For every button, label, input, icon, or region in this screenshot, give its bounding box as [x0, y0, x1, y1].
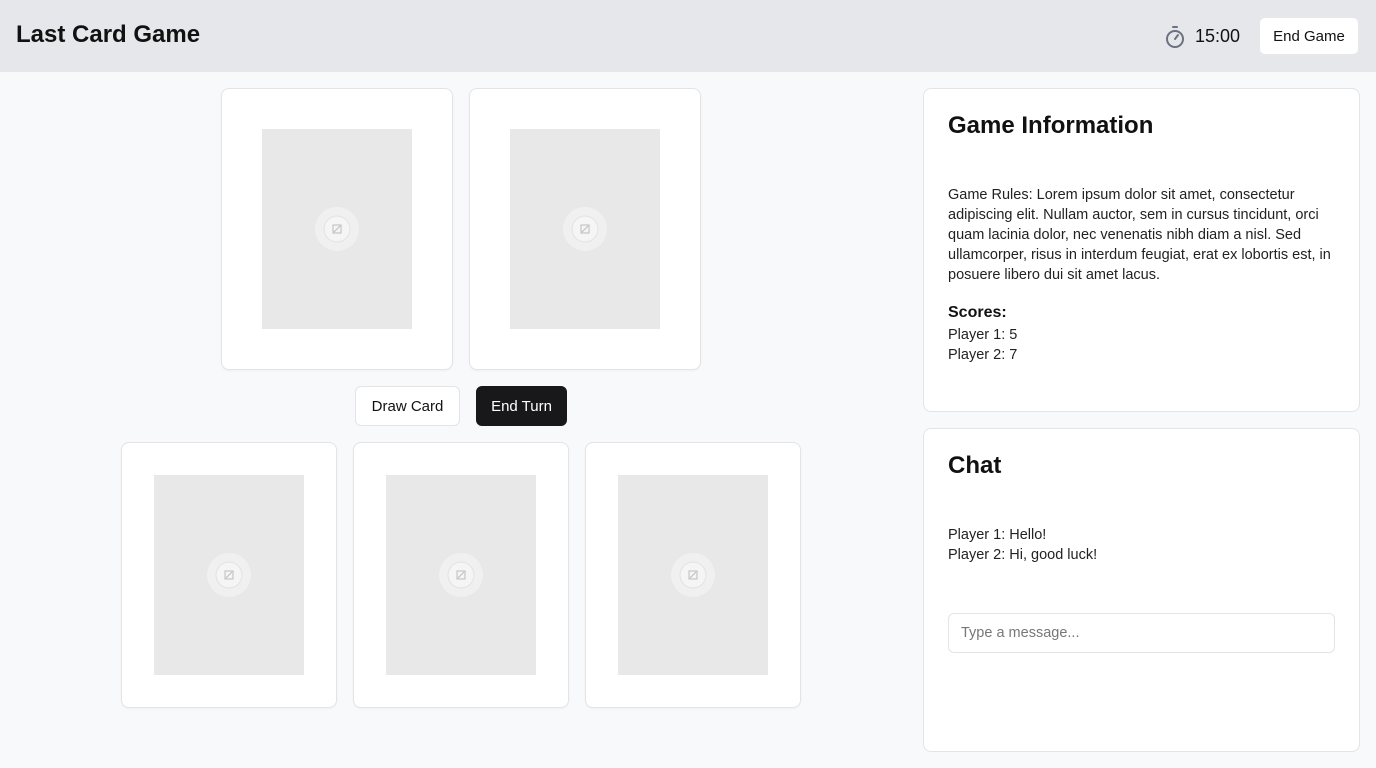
scores-heading: Scores: [948, 304, 1007, 321]
game-timer: 15:00 [1195, 26, 1241, 46]
chat-message: Player 1: Hello! [948, 527, 1047, 543]
hand-card[interactable] [585, 442, 801, 708]
chat-message-input[interactable] [948, 613, 1335, 653]
image-placeholder-icon [563, 207, 607, 251]
chat-panel: Chat Player 1: Hello! Player 2: Hi, good… [923, 428, 1360, 752]
end-game-button[interactable]: End Game [1259, 17, 1359, 55]
card-image [386, 475, 536, 675]
player-score: Player 2: 7 [948, 347, 1018, 363]
game-info-title: Game Information [948, 112, 1154, 139]
played-card[interactable] [469, 88, 701, 370]
game-rules-text: Game Rules: Lorem ipsum dolor sit amet, … [948, 187, 1331, 283]
player-score: Player 1: 5 [948, 327, 1018, 343]
game-info-panel: Game Information Game Rules: Lorem ipsum… [923, 88, 1360, 412]
image-placeholder-icon [671, 553, 715, 597]
draw-card-button[interactable]: Draw Card [355, 386, 460, 426]
hand-card[interactable] [121, 442, 337, 708]
card-image [510, 129, 660, 329]
image-placeholder-icon [315, 207, 359, 251]
chat-title: Chat [948, 452, 1002, 479]
app-title: Last Card Game [16, 21, 201, 48]
card-image [262, 129, 412, 329]
card-image [154, 475, 304, 675]
chat-message: Player 2: Hi, good luck! [948, 547, 1098, 563]
end-turn-button[interactable]: End Turn [476, 386, 567, 426]
hand-card[interactable] [353, 442, 569, 708]
card-image [618, 475, 768, 675]
top-bar: Last Card Game 15:00 End Game [0, 0, 1376, 72]
played-card[interactable] [221, 88, 453, 370]
image-placeholder-icon [207, 553, 251, 597]
stopwatch-icon [1166, 26, 1184, 48]
image-placeholder-icon [439, 553, 483, 597]
